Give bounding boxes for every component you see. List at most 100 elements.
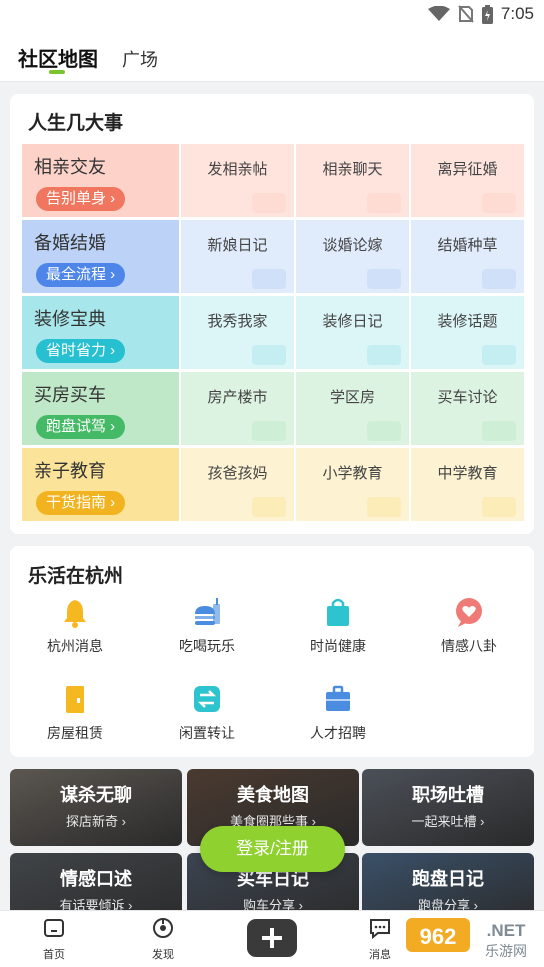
compass-icon bbox=[153, 918, 173, 938]
life-row: 装修宝典 省时省力 › 我秀我家 装修日记 装修话题 bbox=[22, 296, 532, 369]
nav-messages-label: 消息 bbox=[369, 949, 391, 961]
topic-title: 美食地图 bbox=[237, 785, 309, 805]
subcategory-label: 装修话题 bbox=[437, 313, 498, 330]
topic-title: 谋杀无聊 bbox=[60, 785, 132, 805]
category-tile[interactable]: 备婚结婚 最全流程 › bbox=[22, 220, 179, 293]
subcategory-label: 相亲聊天 bbox=[322, 161, 383, 178]
post-button[interactable] bbox=[247, 919, 297, 957]
hangzhou-item-label: 房屋租赁 bbox=[47, 725, 103, 741]
subcategory-tile[interactable]: 中学教育 bbox=[411, 448, 524, 521]
subcategory-tile[interactable]: 新娘日记 bbox=[181, 220, 294, 293]
category-tile[interactable]: 亲子教育 干货指南 › bbox=[22, 448, 179, 521]
category-pill[interactable]: 干货指南 › bbox=[36, 491, 126, 515]
category-pill[interactable]: 跑盘试驾 › bbox=[36, 415, 126, 439]
hangzhou-item[interactable]: 闲置转让 bbox=[147, 683, 267, 743]
hangzhou-title: 乐活在杭州 bbox=[28, 566, 124, 587]
hangzhou-item-label: 时尚健康 bbox=[310, 638, 366, 654]
topic-subtitle: 探店新奇 › bbox=[66, 814, 126, 829]
hangzhou-card: 乐活在杭州 杭州消息 吃喝玩乐 时尚健康 情感八卦 房屋租赁 闲置转让 人才招聘 bbox=[10, 546, 534, 757]
login-register-button[interactable]: 登录/注册 bbox=[200, 826, 345, 872]
life-events-title: 人生几大事 bbox=[28, 113, 124, 134]
message-icon bbox=[370, 919, 390, 940]
subcategory-tile[interactable]: 买车讨论 bbox=[411, 372, 524, 445]
category-pill[interactable]: 最全流程 › bbox=[36, 263, 126, 287]
subcategory-tile[interactable]: 学区房 bbox=[296, 372, 409, 445]
decoration-icon bbox=[252, 497, 286, 517]
battery-charging-icon bbox=[481, 4, 493, 24]
hangzhou-item[interactable]: 情感八卦 bbox=[409, 596, 529, 656]
nav-messages[interactable]: 消息 bbox=[350, 917, 410, 962]
subcategory-tile[interactable]: 离异征婚 bbox=[411, 144, 524, 217]
decoration-icon bbox=[367, 421, 401, 441]
subcategory-tile[interactable]: 房产楼市 bbox=[181, 372, 294, 445]
hangzhou-item-label: 杭州消息 bbox=[47, 638, 103, 654]
decoration-icon bbox=[367, 345, 401, 365]
topic-tile[interactable]: 谋杀无聊 探店新奇 › bbox=[10, 769, 182, 846]
hangzhou-item[interactable]: 人才招聘 bbox=[278, 683, 398, 743]
subcategory-tile[interactable]: 我秀我家 bbox=[181, 296, 294, 369]
hangzhou-item-label: 吃喝玩乐 bbox=[179, 638, 235, 654]
hangzhou-item[interactable]: 杭州消息 bbox=[15, 596, 135, 656]
decoration-icon bbox=[482, 269, 516, 289]
subcategory-tile[interactable]: 相亲聊天 bbox=[296, 144, 409, 217]
watermark-brand: 962 bbox=[420, 924, 457, 949]
nav-discover-label: 发现 bbox=[152, 949, 174, 961]
subcategory-label: 装修日记 bbox=[322, 313, 383, 330]
nav-home-label: 首页 bbox=[43, 949, 65, 961]
watermark-sub: 乐游网 bbox=[485, 943, 527, 959]
site-watermark: 962 .NET 乐游网 bbox=[402, 914, 542, 964]
briefcase-icon bbox=[326, 685, 350, 711]
nav-discover[interactable]: 发现 bbox=[133, 917, 193, 962]
tab-square[interactable]: 广场 bbox=[122, 46, 158, 72]
hangzhou-item[interactable]: 吃喝玩乐 bbox=[147, 596, 267, 656]
wifi-icon bbox=[427, 6, 450, 21]
nav-home[interactable]: 首页 bbox=[24, 917, 84, 962]
subcategory-label: 我秀我家 bbox=[207, 313, 268, 330]
category-tile[interactable]: 买房买车 跑盘试驾 › bbox=[22, 372, 179, 445]
decoration-icon bbox=[367, 269, 401, 289]
hangzhou-item-label: 情感八卦 bbox=[441, 638, 497, 654]
plus-icon bbox=[262, 928, 282, 948]
subcategory-tile[interactable]: 孩爸孩妈 bbox=[181, 448, 294, 521]
status-bar: 7:05 bbox=[0, 0, 544, 30]
subcategory-label: 新娘日记 bbox=[207, 237, 268, 254]
status-time: 7:05 bbox=[500, 4, 534, 23]
category-tile[interactable]: 相亲交友 告别单身 › bbox=[22, 144, 179, 217]
category-name: 买房买车 bbox=[34, 385, 106, 405]
subcategory-label: 孩爸孩妈 bbox=[207, 465, 268, 482]
decoration-icon bbox=[367, 497, 401, 517]
topic-title: 情感口述 bbox=[60, 869, 132, 889]
hangzhou-item-label: 闲置转让 bbox=[179, 725, 235, 741]
subcategory-tile[interactable]: 谈婚论嫁 bbox=[296, 220, 409, 293]
subcategory-label: 小学教育 bbox=[322, 465, 383, 482]
category-tile[interactable]: 装修宝典 省时省力 › bbox=[22, 296, 179, 369]
hangzhou-item[interactable]: 房屋租赁 bbox=[15, 683, 135, 743]
tab-community-map[interactable]: 社区地图 bbox=[18, 43, 98, 72]
topic-subtitle: 一起来吐槽 › bbox=[411, 814, 485, 829]
hangzhou-item-label: 人才招聘 bbox=[310, 725, 366, 741]
life-row: 买房买车 跑盘试驾 › 房产楼市 学区房 买车讨论 bbox=[22, 372, 532, 445]
subcategory-label: 发相亲帖 bbox=[207, 161, 268, 178]
life-row: 备婚结婚 最全流程 › 新娘日记 谈婚论嫁 结婚种草 bbox=[22, 220, 532, 293]
subcategory-label: 结婚种草 bbox=[437, 237, 498, 254]
subcategory-label: 房产楼市 bbox=[207, 389, 268, 406]
subcategory-label: 离异征婚 bbox=[437, 161, 498, 178]
no-sim-icon bbox=[458, 5, 474, 23]
hangzhou-item[interactable]: 时尚健康 bbox=[278, 596, 398, 656]
home-icon bbox=[44, 919, 64, 937]
subcategory-tile[interactable]: 小学教育 bbox=[296, 448, 409, 521]
category-name: 装修宝典 bbox=[34, 309, 106, 329]
decoration-icon bbox=[252, 421, 286, 441]
category-pill[interactable]: 省时省力 › bbox=[36, 339, 126, 363]
subcategory-tile[interactable]: 发相亲帖 bbox=[181, 144, 294, 217]
decoration-icon bbox=[367, 193, 401, 213]
category-pill[interactable]: 告别单身 › bbox=[36, 187, 126, 211]
active-tab-indicator bbox=[49, 70, 65, 74]
subcategory-tile[interactable]: 装修日记 bbox=[296, 296, 409, 369]
watermark-suffix: .NET bbox=[487, 921, 526, 940]
topic-tile[interactable]: 职场吐槽 一起来吐槽 › bbox=[362, 769, 534, 846]
subcategory-tile[interactable]: 结婚种草 bbox=[411, 220, 524, 293]
life-row: 相亲交友 告别单身 › 发相亲帖 相亲聊天 离异征婚 bbox=[22, 144, 532, 217]
subcategory-tile[interactable]: 装修话题 bbox=[411, 296, 524, 369]
category-name: 备婚结婚 bbox=[34, 233, 106, 253]
